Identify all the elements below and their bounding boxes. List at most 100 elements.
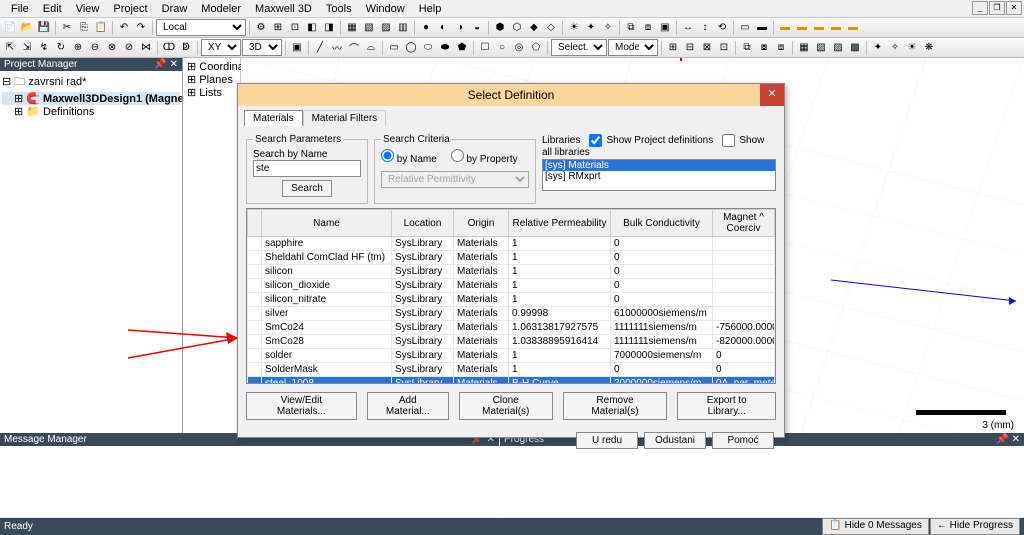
clone-material-button[interactable]: Clone Material(s) bbox=[459, 392, 553, 420]
menu-window[interactable]: Window bbox=[359, 3, 412, 15]
tool-icon[interactable]: ↯ bbox=[36, 40, 52, 56]
by-property-radio[interactable]: by Property bbox=[451, 154, 518, 165]
remove-material-button[interactable]: Remove Material(s) bbox=[563, 392, 668, 420]
tool-icon[interactable]: ⬢ bbox=[492, 20, 508, 36]
table-row[interactable]: SmCo24SysLibraryMaterials1.0631381792757… bbox=[248, 321, 775, 335]
tool-icon[interactable]: ☀ bbox=[904, 40, 920, 56]
tool-icon[interactable]: ⇱ bbox=[2, 40, 18, 56]
column-header[interactable] bbox=[248, 210, 262, 237]
tool-icon[interactable]: ⊠ bbox=[699, 40, 715, 56]
tool-icon[interactable]: ⌒ bbox=[346, 40, 362, 56]
table-row[interactable]: solderSysLibraryMaterials17000000siemens… bbox=[248, 349, 775, 363]
open-icon[interactable]: 📂 bbox=[19, 20, 35, 36]
project-tree[interactable]: ⊟ 🗀 zavrsni rad* ⊞ 🧲 Maxwell3DDesign1 (M… bbox=[0, 71, 182, 458]
tool-icon[interactable]: ✦ bbox=[583, 20, 599, 36]
tool-icon[interactable]: ▬ bbox=[777, 20, 793, 36]
tool-icon[interactable]: ◆ bbox=[526, 20, 542, 36]
tool-icon[interactable]: ⊖ bbox=[87, 40, 103, 56]
cancel-button[interactable]: Odustani bbox=[644, 432, 706, 449]
model-combo[interactable]: Model bbox=[608, 39, 658, 56]
tool-icon[interactable]: ▬ bbox=[754, 20, 770, 36]
table-row[interactable]: sapphireSysLibraryMaterials10 bbox=[248, 237, 775, 251]
tool-icon[interactable]: ▬ bbox=[811, 20, 827, 36]
save-icon[interactable]: 💾 bbox=[36, 20, 52, 36]
tool-icon[interactable]: ↻ bbox=[53, 40, 69, 56]
tool-icon[interactable]: ⊟ bbox=[682, 40, 698, 56]
tool-icon[interactable]: ▦ bbox=[796, 40, 812, 56]
dialog-close-icon[interactable]: ✕ bbox=[760, 84, 784, 106]
tool-icon[interactable]: ⟲ bbox=[714, 20, 730, 36]
table-row[interactable]: silverSysLibraryMaterials0.9999861000000… bbox=[248, 307, 775, 321]
undo-icon[interactable]: ↶ bbox=[116, 20, 132, 36]
tool-icon[interactable]: ⊕ bbox=[70, 40, 86, 56]
table-row[interactable]: SolderMaskSysLibraryMaterials100 bbox=[248, 363, 775, 377]
cut-icon[interactable]: ✂ bbox=[59, 20, 75, 36]
menu-edit[interactable]: Edit bbox=[36, 3, 69, 15]
help-button[interactable]: Pomoć bbox=[712, 432, 774, 449]
materials-table[interactable]: NameLocationOriginRelative PermeabilityB… bbox=[246, 208, 776, 384]
tool-icon[interactable]: ⬟ bbox=[454, 40, 470, 56]
menu-help[interactable]: Help bbox=[412, 3, 449, 15]
tool-icon[interactable]: ⊗ bbox=[104, 40, 120, 56]
local-combo[interactable]: Local bbox=[156, 19, 246, 36]
tab-materials[interactable]: Materials bbox=[244, 110, 303, 126]
tool-icon[interactable]: ◯ bbox=[403, 40, 419, 56]
tool-icon[interactable]: ▧ bbox=[361, 20, 377, 36]
by-name-radio[interactable]: by Name bbox=[381, 154, 437, 165]
tool-icon[interactable]: ● bbox=[418, 20, 434, 36]
tool-icon[interactable]: ◒ bbox=[469, 20, 485, 36]
tool-icon[interactable]: ⚙ bbox=[253, 20, 269, 36]
menu-project[interactable]: Project bbox=[106, 3, 154, 15]
minimize-icon[interactable]: _ bbox=[972, 1, 988, 15]
3d-combo[interactable]: 3D bbox=[242, 39, 282, 56]
tool-icon[interactable]: ◇ bbox=[543, 20, 559, 36]
search-input[interactable] bbox=[253, 160, 361, 177]
tool-icon[interactable]: ✧ bbox=[887, 40, 903, 56]
tool-icon[interactable]: ⧉ bbox=[623, 20, 639, 36]
menu-maxwell3d[interactable]: Maxwell 3D bbox=[248, 3, 319, 15]
tool-icon[interactable]: ⊡ bbox=[287, 20, 303, 36]
table-row[interactable]: Sheldahl ComClad HF (tm)SysLibraryMateri… bbox=[248, 251, 775, 265]
library-list[interactable]: [sys] Materials [sys] RMxprt bbox=[542, 159, 776, 191]
redo-icon[interactable]: ↷ bbox=[133, 20, 149, 36]
tool-icon[interactable]: ▬ bbox=[794, 20, 810, 36]
select-combo[interactable]: Select... bbox=[551, 39, 607, 56]
menu-tools[interactable]: Tools bbox=[319, 3, 359, 15]
table-row[interactable]: SmCo28SysLibraryMaterials1.0383889591641… bbox=[248, 335, 775, 349]
column-header[interactable]: Location bbox=[392, 210, 454, 237]
tool-icon[interactable]: ⬭ bbox=[420, 40, 436, 56]
tool-icon[interactable]: ⬠ bbox=[528, 40, 544, 56]
tool-icon[interactable]: ○ bbox=[494, 40, 510, 56]
tool-icon[interactable]: ▦ bbox=[344, 20, 360, 36]
tool-icon[interactable]: ⧈ bbox=[773, 40, 789, 56]
tool-icon[interactable]: ↕ bbox=[697, 20, 713, 36]
tool-icon[interactable]: ⧇ bbox=[756, 40, 772, 56]
tool-icon[interactable]: ⋈ bbox=[138, 40, 154, 56]
tool-icon[interactable]: ✦ bbox=[870, 40, 886, 56]
pin-icon[interactable]: 📌 ✕ bbox=[996, 434, 1020, 445]
hide-messages-button[interactable]: 📋 Hide 0 Messages bbox=[822, 518, 929, 535]
tool-icon[interactable]: ╱ bbox=[312, 40, 328, 56]
tool-icon[interactable]: ⬡ bbox=[509, 20, 525, 36]
tool-icon[interactable]: ▣ bbox=[657, 20, 673, 36]
tab-material-filters[interactable]: Material Filters bbox=[303, 110, 387, 126]
tool-icon[interactable]: ⬬ bbox=[437, 40, 453, 56]
tool-icon[interactable]: ⌓ bbox=[363, 40, 379, 56]
column-header[interactable]: Magnet ^ Coerciv bbox=[713, 210, 775, 237]
tool-icon[interactable]: ❋ bbox=[921, 40, 937, 56]
pin-icon[interactable]: 📌 ✕ bbox=[154, 59, 178, 70]
tool-icon[interactable]: ☐ bbox=[477, 40, 493, 56]
tool-icon[interactable]: ⊞ bbox=[270, 20, 286, 36]
tool-icon[interactable]: ⧉ bbox=[739, 40, 755, 56]
tool-icon[interactable]: ▩ bbox=[847, 40, 863, 56]
tool-icon[interactable]: ▭ bbox=[386, 40, 402, 56]
menu-draw[interactable]: Draw bbox=[155, 3, 195, 15]
tool-icon[interactable]: ⊘ bbox=[121, 40, 137, 56]
table-row[interactable]: steel_1008SysLibraryMaterialsB-H Curve..… bbox=[248, 377, 775, 385]
tool-icon[interactable]: ☀ bbox=[566, 20, 582, 36]
column-header[interactable]: Name bbox=[262, 210, 392, 237]
new-icon[interactable]: 📄 bbox=[2, 20, 18, 36]
hide-progress-button[interactable]: ← Hide Progress bbox=[930, 518, 1020, 535]
column-header[interactable]: Origin bbox=[454, 210, 509, 237]
menu-view[interactable]: View bbox=[69, 3, 107, 15]
